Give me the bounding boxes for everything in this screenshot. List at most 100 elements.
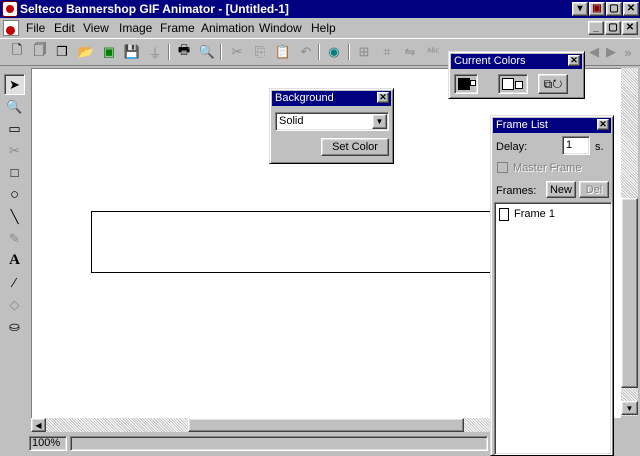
app-title-bar: Selteco Bannershop GIF Animator - [Untit… bbox=[0, 0, 640, 18]
toolbar-separator bbox=[220, 44, 222, 60]
menu-frame[interactable]: Frame bbox=[160, 21, 195, 35]
preview-animation-icon[interactable]: ◉ bbox=[325, 43, 343, 61]
crop-icon[interactable]: ⌗ bbox=[378, 43, 396, 61]
fill-bucket-icon[interactable]: ⛀ bbox=[4, 316, 25, 337]
list-item[interactable]: Frame 1 bbox=[499, 206, 555, 222]
zoom-level: 100% bbox=[29, 436, 67, 451]
vertical-scroll-thumb[interactable] bbox=[621, 198, 638, 388]
fill-type-value: Solid bbox=[279, 115, 304, 127]
frame-list-title[interactable]: Frame List ✕ bbox=[493, 118, 611, 133]
menu-window[interactable]: Window bbox=[259, 21, 302, 35]
pencil-icon[interactable]: ✎ bbox=[4, 228, 25, 249]
close-icon[interactable]: ✕ bbox=[377, 92, 389, 103]
foreground-color-swatch[interactable] bbox=[454, 74, 478, 94]
toolbar-separator bbox=[168, 44, 170, 60]
master-frame-checkbox[interactable] bbox=[497, 162, 508, 173]
copy-frame-icon[interactable]: ❐ bbox=[53, 43, 71, 61]
ellipse-icon[interactable]: ○ bbox=[4, 184, 25, 205]
master-frame-label: Master Frame bbox=[513, 162, 582, 174]
import-icon[interactable]: ▣ bbox=[100, 43, 118, 61]
fill-type-select[interactable]: Solid ▼ bbox=[275, 112, 389, 131]
menu-animation[interactable]: Animation bbox=[201, 21, 254, 35]
scroll-left-icon[interactable]: ◀ bbox=[31, 418, 46, 432]
current-colors-panel: Current Colors ✕ ⧉↻ bbox=[448, 51, 585, 99]
text-effect-icon[interactable]: ᴬᵇᶜ bbox=[424, 43, 442, 61]
swap-colors-icon[interactable]: ⧉↻ bbox=[538, 74, 568, 94]
zoom-icon[interactable]: 🔍 bbox=[4, 96, 25, 117]
taskbar-caption-icon[interactable]: ▣ bbox=[589, 2, 605, 16]
new-frame-icon[interactable]: 🗍 bbox=[31, 42, 49, 61]
new-icon[interactable]: 🗋 bbox=[8, 42, 26, 61]
menu-bar: File Edit View Image Frame Animation Win… bbox=[0, 18, 640, 38]
scroll-corner bbox=[621, 418, 638, 452]
mdi-close-button[interactable]: ✕ bbox=[622, 21, 638, 35]
frame-name: Frame 1 bbox=[514, 208, 555, 220]
next-frame-icon[interactable]: ▶ bbox=[602, 43, 620, 61]
save-icon[interactable]: 💾 bbox=[123, 43, 141, 61]
last-frame-icon[interactable]: » bbox=[619, 43, 637, 61]
delay-label: Delay: bbox=[496, 141, 528, 153]
banner-image-area[interactable] bbox=[91, 211, 511, 273]
frame-list-panel: Frame List ✕ Delay: 1 s. Master Frame Fr… bbox=[490, 115, 614, 456]
delete-frame-button[interactable]: Del bbox=[579, 181, 609, 198]
background-panel-title[interactable]: Background ✕ bbox=[272, 91, 391, 106]
frame-list-title-text: Frame List bbox=[496, 119, 548, 131]
scroll-down-icon[interactable]: ▼ bbox=[621, 401, 638, 415]
background-color-swatch[interactable] bbox=[498, 74, 528, 94]
mdi-minimize-button[interactable]: _ bbox=[588, 21, 604, 35]
horizontal-scrollbar[interactable]: ◀ bbox=[31, 418, 490, 432]
filter-icon[interactable]: ⏚ bbox=[146, 43, 164, 61]
menu-image[interactable]: Image bbox=[119, 21, 152, 35]
menu-file[interactable]: File bbox=[26, 21, 45, 35]
open-icon[interactable]: 📂 bbox=[77, 43, 95, 61]
print-icon[interactable]: 🖶 bbox=[175, 42, 193, 61]
paste-icon[interactable]: 📋 bbox=[274, 43, 292, 61]
status-message bbox=[70, 436, 488, 451]
pointer-icon[interactable]: ➤ bbox=[4, 74, 25, 95]
menu-view[interactable]: View bbox=[83, 21, 109, 35]
vertical-scrollbar[interactable]: ▼ bbox=[621, 68, 638, 416]
document-icon[interactable] bbox=[3, 20, 19, 36]
background-panel: Background ✕ Solid ▼ Set Color bbox=[269, 88, 394, 164]
delay-unit: s. bbox=[595, 141, 604, 153]
current-colors-title-text: Current Colors bbox=[454, 55, 526, 67]
rectangle-icon[interactable]: □ bbox=[4, 162, 25, 183]
background-panel-title-text: Background bbox=[275, 92, 334, 104]
app-icon[interactable] bbox=[2, 1, 18, 17]
toolbar-separator bbox=[348, 44, 350, 60]
delay-input[interactable]: 1 bbox=[562, 136, 590, 155]
flip-icon[interactable]: ⇋ bbox=[401, 43, 419, 61]
text-icon[interactable]: A bbox=[4, 250, 25, 271]
close-icon[interactable]: ✕ bbox=[597, 119, 609, 130]
lasso-icon[interactable]: ✂ bbox=[4, 140, 25, 161]
chevron-down-icon[interactable]: ▼ bbox=[372, 114, 387, 129]
cut-icon[interactable]: ✂ bbox=[228, 43, 246, 61]
undo-icon[interactable]: ↶ bbox=[297, 43, 315, 61]
frame-icon bbox=[499, 207, 509, 221]
new-frame-button[interactable]: New bbox=[546, 181, 576, 198]
menu-help[interactable]: Help bbox=[311, 21, 336, 35]
close-button[interactable]: ✕ bbox=[623, 2, 639, 16]
set-color-button[interactable]: Set Color bbox=[321, 138, 389, 156]
resize-icon[interactable]: ⊞ bbox=[355, 43, 373, 61]
menu-edit[interactable]: Edit bbox=[54, 21, 75, 35]
horizontal-scroll-thumb[interactable] bbox=[188, 418, 464, 432]
status-bar: 100% bbox=[29, 434, 489, 452]
app-title: Selteco Bannershop GIF Animator - [Untit… bbox=[20, 2, 289, 16]
line-icon[interactable]: ╲ bbox=[4, 206, 25, 227]
tools-palette: ➤ 🔍 ▭ ✂ □ ○ ╲ ✎ A ⁄ ◇ ⛀ bbox=[0, 71, 29, 451]
print-preview-icon[interactable]: 🔍 bbox=[198, 43, 216, 61]
toolbar-separator bbox=[318, 44, 320, 60]
close-icon[interactable]: ✕ bbox=[568, 55, 580, 66]
rectangle-select-icon[interactable]: ▭ bbox=[4, 118, 25, 139]
eyedropper-icon[interactable]: ⁄ bbox=[4, 272, 25, 293]
eraser-icon[interactable]: ◇ bbox=[4, 294, 25, 315]
current-colors-title[interactable]: Current Colors ✕ bbox=[451, 54, 582, 69]
restore-button[interactable]: ▢ bbox=[606, 2, 622, 16]
mdi-restore-button[interactable]: ▢ bbox=[605, 21, 621, 35]
frames-label: Frames: bbox=[496, 185, 537, 197]
copy-icon[interactable]: ⎘ bbox=[251, 43, 269, 61]
menu-caption-icon[interactable]: ▾ bbox=[572, 2, 588, 16]
previous-frame-icon[interactable]: ◀ bbox=[585, 43, 603, 61]
frames-list[interactable]: Frame 1 bbox=[494, 202, 612, 455]
